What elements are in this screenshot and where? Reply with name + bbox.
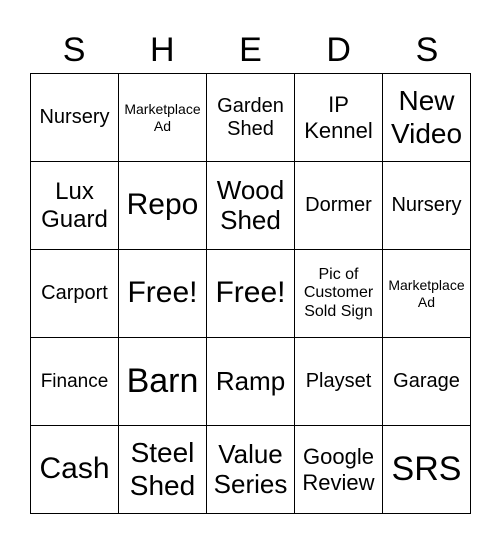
bingo-cell[interactable]: Pic of Customer Sold Sign <box>295 250 383 338</box>
bingo-cell[interactable]: Wood Shed <box>207 162 295 250</box>
bingo-cell[interactable]: Free! <box>119 250 207 338</box>
bingo-cell[interactable]: Garden Shed <box>207 74 295 162</box>
bingo-cell[interactable]: Dormer <box>295 162 383 250</box>
bingo-cell[interactable]: Marketplace Ad <box>383 250 471 338</box>
bingo-cell[interactable]: Google Review <box>295 426 383 514</box>
bingo-cell[interactable]: Steel Shed <box>119 426 207 514</box>
header-letter: E <box>239 31 262 69</box>
bingo-cell[interactable]: Finance <box>31 338 119 426</box>
header-letter: H <box>150 31 175 69</box>
bingo-cell[interactable]: Lux Guard <box>31 162 119 250</box>
bingo-header: S H E D S <box>30 28 471 72</box>
bingo-cell[interactable]: Ramp <box>207 338 295 426</box>
bingo-cell[interactable]: Garage <box>383 338 471 426</box>
bingo-cell[interactable]: Cash <box>31 426 119 514</box>
bingo-grid: Nursery Marketplace Ad Garden Shed IP Kenne… <box>30 73 471 514</box>
bingo-cell[interactable]: Barn <box>119 338 207 426</box>
bingo-cell[interactable]: Repo <box>119 162 207 250</box>
bingo-cell[interactable]: Playset <box>295 338 383 426</box>
header-letter: S <box>415 31 439 69</box>
bingo-cell[interactable]: IP Kennel <box>295 74 383 162</box>
bingo-cell[interactable]: Carport <box>31 250 119 338</box>
bingo-cell[interactable]: Free! <box>207 250 295 338</box>
bingo-cell[interactable]: Value Series <box>207 426 295 514</box>
bingo-cell[interactable]: New Video <box>383 74 471 162</box>
header-letter: S <box>62 31 86 69</box>
bingo-cell[interactable]: Marketplace Ad <box>119 74 207 162</box>
bingo-cell[interactable]: Nursery <box>383 162 471 250</box>
header-letter: D <box>326 31 351 69</box>
bingo-cell[interactable]: Nursery <box>31 74 119 162</box>
bingo-cell[interactable]: SRS <box>383 426 471 514</box>
